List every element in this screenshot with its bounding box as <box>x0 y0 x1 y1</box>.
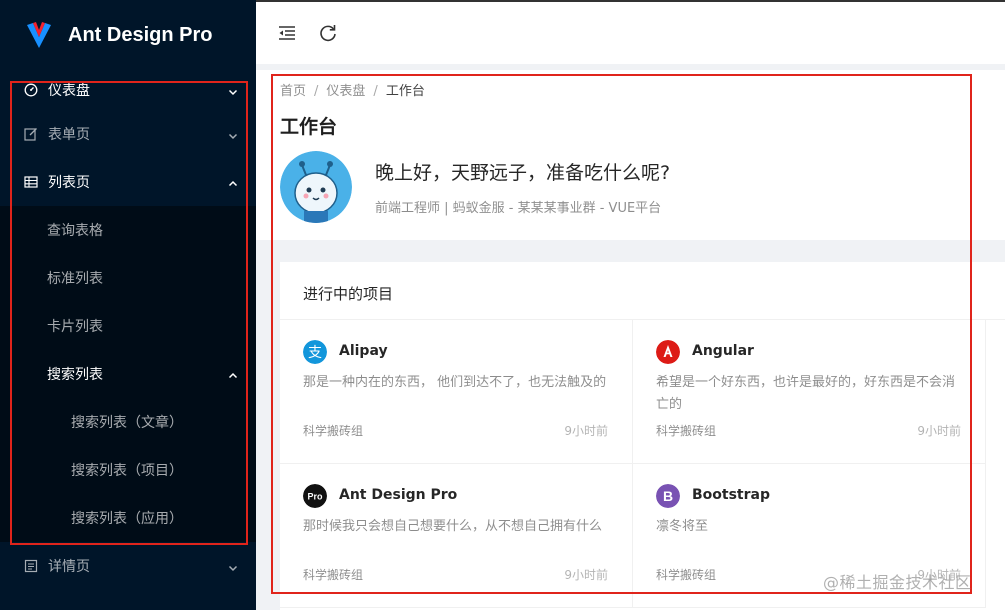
card-title: 进行中的项目 <box>303 285 394 303</box>
dashboard-icon <box>24 83 38 97</box>
project-time: 9小时前 <box>564 568 608 582</box>
top-header <box>256 0 1005 64</box>
chevron-down-icon <box>228 85 238 96</box>
angular-logo-icon <box>656 340 680 364</box>
avatar <box>280 151 352 223</box>
project-team[interactable]: 科学搬砖组 <box>303 422 363 439</box>
profile-icon <box>24 559 38 573</box>
sidebar-item-label: 详情页 <box>48 559 90 575</box>
project-name[interactable]: Alipay <box>339 343 388 359</box>
app-title: Ant Design Pro <box>68 23 213 46</box>
menu-fold-icon[interactable] <box>276 22 298 44</box>
watermark: @稀土掘金技术社区 <box>823 573 972 592</box>
project-item[interactable]: Pro Ant Design Pro 那时候我只会想自己想要什么，从不想自己拥有… <box>280 464 633 608</box>
sidebar-item-query-table[interactable]: 查询表格 <box>0 206 256 254</box>
project-time: 9小时前 <box>917 424 961 438</box>
sidebar-item-profile[interactable]: 详情页 <box>0 542 256 590</box>
project-name[interactable]: Ant Design Pro <box>339 487 457 503</box>
chevron-up-icon <box>228 369 238 379</box>
sidebar-item-search-applications[interactable]: 搜索列表（应用） <box>0 494 256 542</box>
project-description: 希望是一个好东西，也许是最好的，好东西是不会消亡的 <box>656 375 956 412</box>
edit-icon <box>24 127 38 141</box>
project-name[interactable]: Bootstrap <box>692 487 770 503</box>
sidebar-item-label: 标准列表 <box>47 271 103 287</box>
sidebar-menu: 仪表盘 表单页 列表页 查询表格 标准列表 卡片列表 搜索列表 搜索列表（文章）… <box>0 70 256 590</box>
reload-icon[interactable] <box>317 22 339 44</box>
page-header: 首页 / 仪表盘 / 工作台 工作台 晚上好，天野远子，准备吃什么呢? 前端工程师 | … <box>256 70 1005 240</box>
sidebar-item-dashboard[interactable]: 仪表盘 <box>0 70 256 110</box>
sidebar-item-card-list[interactable]: 卡片列表 <box>0 302 256 350</box>
user-subtitle: 前端工程师 | 蚂蚁金服 - 某某某事业群 - VUE平台 <box>375 201 662 216</box>
sidebar-item-standard-list[interactable]: 标准列表 <box>0 254 256 302</box>
sidebar-item-search-projects[interactable]: 搜索列表（项目） <box>0 446 256 494</box>
svg-text:B: B <box>663 488 673 504</box>
logo[interactable]: Ant Design Pro <box>0 0 256 70</box>
table-icon <box>24 175 38 189</box>
sidebar-item-label: 搜索列表（项目） <box>71 463 183 479</box>
sidebar-item-list[interactable]: 列表页 <box>0 158 256 206</box>
sidebar-item-label: 仪表盘 <box>48 83 90 99</box>
ant-design-logo-icon <box>24 20 54 50</box>
breadcrumb-current: 工作台 <box>385 84 425 99</box>
chevron-down-icon <box>228 561 238 572</box>
breadcrumb-dashboard[interactable]: 仪表盘 <box>326 84 365 99</box>
breadcrumb-home[interactable]: 首页 <box>280 84 306 99</box>
sidebar-item-label: 搜索列表（文章） <box>71 415 183 431</box>
project-time: 9小时前 <box>564 424 608 438</box>
sidebar-item-label: 列表页 <box>48 175 90 191</box>
sidebar-item-label: 搜索列表 <box>47 367 103 383</box>
sidebar-item-label: 查询表格 <box>47 223 103 239</box>
project-item[interactable]: Angular 希望是一个好东西，也许是最好的，好东西是不会消亡的 科学搬砖组 … <box>633 320 986 464</box>
chevron-up-icon <box>228 177 238 187</box>
chevron-down-icon <box>228 129 238 140</box>
project-description: 凛冬将至 <box>656 519 709 534</box>
project-name[interactable]: Angular <box>692 343 754 359</box>
projects-card: 进行中的项目 支 Alipay 那是一种内在的东西， 他们到达不了，也无法触及的… <box>280 262 1005 610</box>
alipay-logo-icon: 支 <box>303 340 327 364</box>
sidebar: Ant Design Pro 仪表盘 表单页 列表页 查询表格 标准列表 卡片列… <box>0 0 256 610</box>
greeting: 晚上好，天野远子，准备吃什么呢? <box>375 162 671 184</box>
sidebar-item-search-articles[interactable]: 搜索列表（文章） <box>0 398 256 446</box>
sidebar-item-form[interactable]: 表单页 <box>0 110 256 158</box>
ant-design-pro-logo-icon: Pro <box>303 484 327 508</box>
breadcrumb: 首页 / 仪表盘 / 工作台 <box>280 84 425 99</box>
project-description: 那时候我只会想自己想要什么，从不想自己拥有什么 <box>303 519 603 534</box>
project-team[interactable]: 科学搬砖组 <box>656 422 716 439</box>
project-item[interactable]: 支 Alipay 那是一种内在的东西， 他们到达不了，也无法触及的 科学搬砖组 … <box>280 320 633 464</box>
svg-text:支: 支 <box>308 345 322 361</box>
sidebar-item-search-list[interactable]: 搜索列表 <box>0 350 256 398</box>
bootstrap-logo-icon: B <box>656 484 680 508</box>
sidebar-item-label: 搜索列表（应用） <box>71 511 183 527</box>
sidebar-item-label: 表单页 <box>48 127 90 143</box>
project-team[interactable]: 科学搬砖组 <box>303 566 363 583</box>
sidebar-item-label: 卡片列表 <box>47 319 103 335</box>
project-description: 那是一种内在的东西， 他们到达不了，也无法触及的 <box>303 375 607 390</box>
page-title: 工作台 <box>280 116 338 138</box>
project-team[interactable]: 科学搬砖组 <box>656 566 716 583</box>
svg-text:Pro: Pro <box>307 492 323 502</box>
